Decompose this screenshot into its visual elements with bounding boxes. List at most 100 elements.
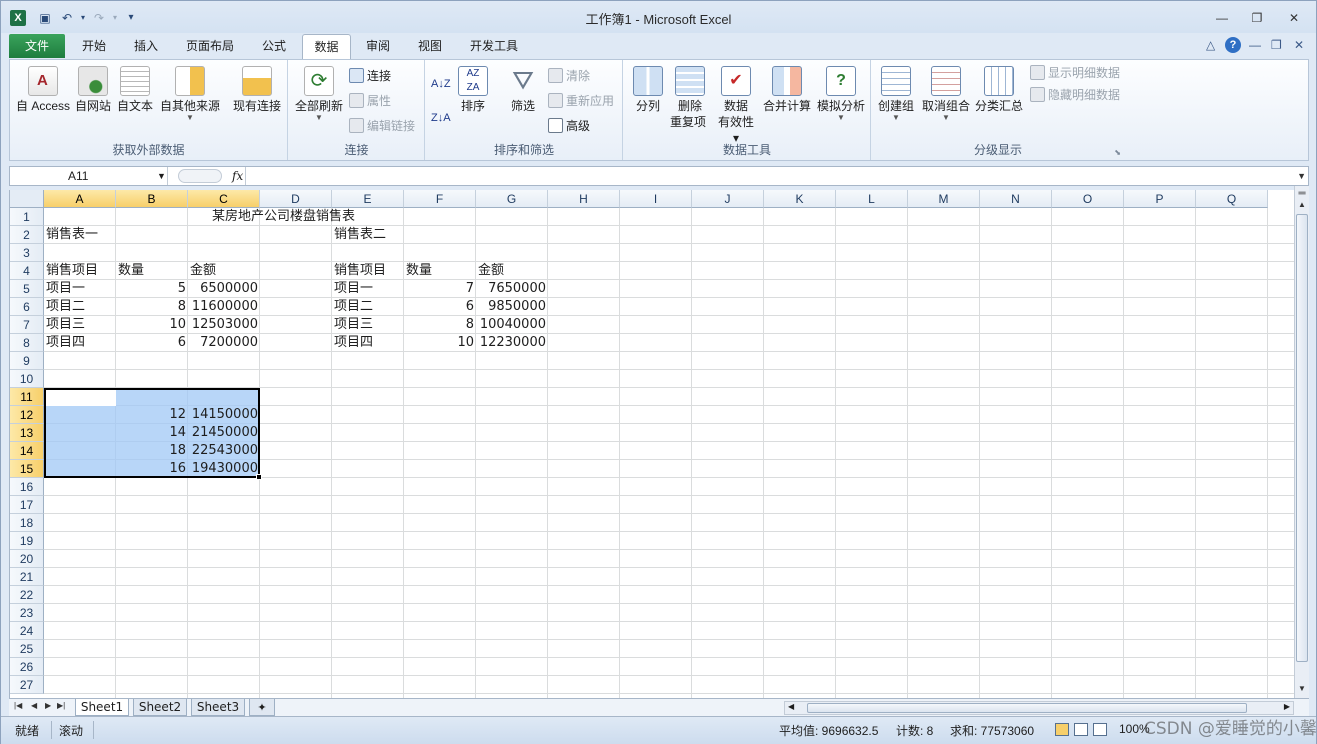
sort-button[interactable]: AZ ZA 排序 [456, 66, 490, 114]
column-header-q[interactable]: Q [1196, 190, 1268, 208]
expand-formula-bar-icon[interactable]: ▼ [1297, 167, 1306, 185]
tab-insert[interactable]: 插入 [123, 34, 169, 59]
column-header-m[interactable]: M [908, 190, 980, 208]
minimize-ribbon-icon[interactable]: △ [1206, 38, 1215, 52]
row-header-1[interactable]: 1 [10, 208, 44, 226]
hide-detail-button[interactable]: 隐藏明细数据 [1030, 85, 1120, 105]
refresh-all-button[interactable]: ⟳ 全部刷新 ▼ [293, 66, 345, 122]
column-header-g[interactable]: G [476, 190, 548, 208]
tab-developer[interactable]: 开发工具 [461, 34, 527, 59]
cell-amount[interactable]: 7650000 [476, 280, 548, 298]
column-header-i[interactable]: I [620, 190, 692, 208]
row-header-17[interactable]: 17 [10, 496, 44, 514]
sheet-tab-sheet2[interactable]: Sheet2 [133, 699, 187, 716]
workbook-minimize-icon[interactable]: — [1249, 38, 1261, 52]
row-header-11[interactable]: 11 [10, 388, 44, 406]
chevron-down-icon[interactable]: ▼ [157, 167, 166, 185]
workbook-close-icon[interactable]: ✕ [1294, 38, 1304, 52]
cell-item[interactable]: 项目二 [44, 298, 87, 316]
cell-item[interactable]: 项目二 [332, 298, 375, 316]
scroll-up-icon[interactable]: ▲ [1295, 200, 1309, 209]
cell-amount[interactable]: 7200000 [188, 334, 260, 352]
normal-view-icon[interactable] [1055, 723, 1069, 736]
connections-button[interactable]: 连接 [349, 66, 391, 86]
text-to-columns-button[interactable]: 分列 [628, 66, 668, 114]
dialog-launcher-icon[interactable]: ⬊ [1114, 148, 1121, 157]
cell-header-amount-2[interactable]: 金额 [476, 262, 506, 280]
scroll-left-icon[interactable]: ◀ [788, 702, 794, 711]
cell-qty[interactable]: 5 [116, 280, 188, 298]
cell-qty[interactable]: 8 [116, 298, 188, 316]
row-header-18[interactable]: 18 [10, 514, 44, 532]
tab-review[interactable]: 审阅 [356, 34, 400, 59]
cell-sum-qty[interactable]: 18 [116, 442, 188, 460]
scroll-right-icon[interactable]: ▶ [1284, 702, 1290, 711]
page-break-view-icon[interactable] [1093, 723, 1107, 736]
tab-formulas[interactable]: 公式 [251, 34, 297, 59]
ungroup-button[interactable]: 取消组合 ▼ [920, 66, 972, 122]
formula-input[interactable] [248, 167, 1288, 185]
restore-icon[interactable]: ❐ [1244, 9, 1270, 27]
cell-item[interactable]: 项目四 [44, 334, 87, 352]
clear-button[interactable]: 清除 [548, 66, 590, 86]
row-header-9[interactable]: 9 [10, 352, 44, 370]
from-access-button[interactable]: A 自 Access [13, 66, 73, 114]
cell-item[interactable]: 项目四 [332, 334, 375, 352]
row-header-21[interactable]: 21 [10, 568, 44, 586]
insert-function-icon[interactable]: fx [232, 167, 243, 185]
row-header-16[interactable]: 16 [10, 478, 44, 496]
cell-sum-amount[interactable]: 19430000 [188, 460, 260, 478]
cell-header-qty-2[interactable]: 数量 [404, 262, 434, 280]
cell-amount[interactable]: 10040000 [476, 316, 548, 334]
from-other-sources-button[interactable]: 自其他来源 ▼ [158, 66, 222, 122]
cell-amount[interactable]: 11600000 [188, 298, 260, 316]
row-header-6[interactable]: 6 [10, 298, 44, 316]
cell-header-item-2[interactable]: 销售项目 [332, 262, 388, 280]
vertical-scroll-thumb[interactable] [1296, 214, 1308, 662]
column-header-k[interactable]: K [764, 190, 836, 208]
column-header-f[interactable]: F [404, 190, 476, 208]
cell-sum-qty[interactable]: 12 [116, 406, 188, 424]
data-validation-button[interactable]: ✔ 数据 有效性 ▾ [714, 66, 758, 146]
tab-page-layout[interactable]: 页面布局 [177, 34, 243, 59]
page-layout-view-icon[interactable] [1074, 723, 1088, 736]
row-header-25[interactable]: 25 [10, 640, 44, 658]
row-header-22[interactable]: 22 [10, 586, 44, 604]
what-if-analysis-button[interactable]: ? 模拟分析 ▼ [815, 66, 867, 122]
sheet-tab-sheet3[interactable]: Sheet3 [191, 699, 245, 716]
cell-qty[interactable]: 7 [404, 280, 476, 298]
row-header-8[interactable]: 8 [10, 334, 44, 352]
edit-links-button[interactable]: 编辑链接 [349, 116, 415, 136]
cell-amount[interactable]: 6500000 [188, 280, 260, 298]
remove-duplicates-button[interactable]: 删除 重复项 [670, 66, 710, 130]
cell-qty[interactable]: 8 [404, 316, 476, 334]
column-header-j[interactable]: J [692, 190, 764, 208]
from-web-button[interactable]: 自网站 [73, 66, 113, 114]
row-header-19[interactable]: 19 [10, 532, 44, 550]
tab-view[interactable]: 视图 [408, 34, 452, 59]
split-box-icon[interactable]: ═ [1295, 188, 1309, 199]
cell-sum-qty[interactable]: 14 [116, 424, 188, 442]
show-detail-button[interactable]: 显示明细数据 [1030, 63, 1120, 83]
name-box[interactable]: A11 [10, 167, 168, 185]
last-sheet-icon[interactable]: ▶| [57, 701, 65, 710]
column-header-n[interactable]: N [980, 190, 1052, 208]
close-icon[interactable]: ✕ [1281, 9, 1307, 27]
row-header-27[interactable]: 27 [10, 676, 44, 694]
advanced-filter-button[interactable]: 高级 [548, 116, 590, 136]
scroll-down-icon[interactable]: ▼ [1295, 684, 1309, 693]
row-header-24[interactable]: 24 [10, 622, 44, 640]
cell-amount[interactable]: 12503000 [188, 316, 260, 334]
row-header-13[interactable]: 13 [10, 424, 44, 442]
tab-data[interactable]: 数据 [302, 34, 351, 59]
tab-file[interactable]: 文件 [9, 34, 65, 58]
cell-sum-qty[interactable]: 16 [116, 460, 188, 478]
cell-qty[interactable]: 10 [404, 334, 476, 352]
cell-qty[interactable]: 10 [116, 316, 188, 334]
row-header-3[interactable]: 3 [10, 244, 44, 262]
sort-descending-button[interactable]: Z↓A [431, 108, 451, 128]
reapply-button[interactable]: 重新应用 [548, 91, 614, 111]
cell-qty[interactable]: 6 [404, 298, 476, 316]
sort-ascending-button[interactable]: A↓Z [431, 74, 451, 94]
insert-sheet-icon[interactable]: ✦ [249, 699, 275, 716]
